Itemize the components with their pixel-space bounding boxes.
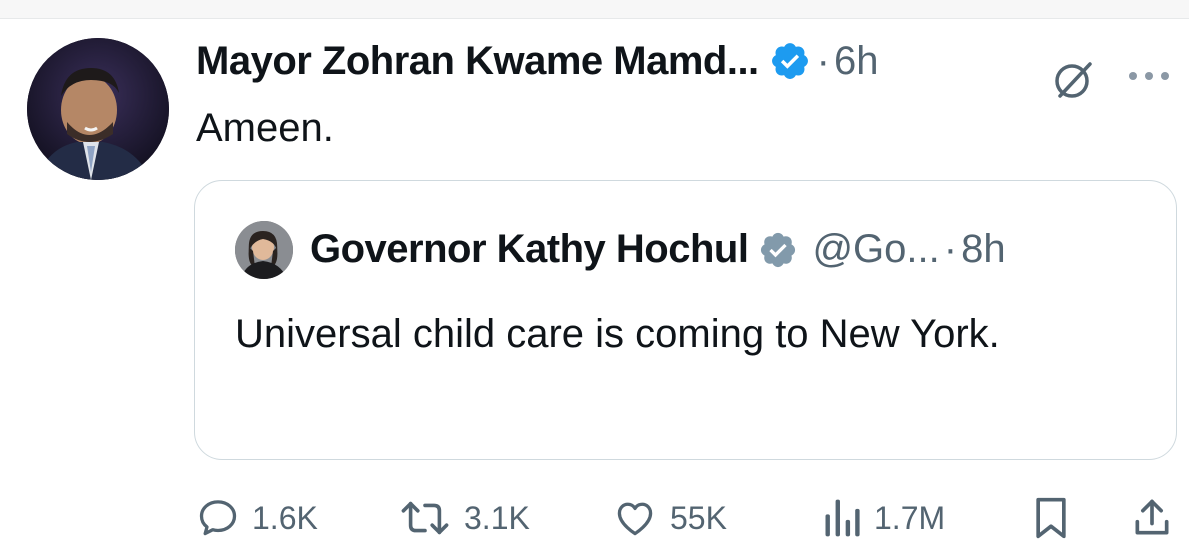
action-bar: 1.6K 3.1K 55K 1.7M: [0, 488, 1189, 548]
like-button[interactable]: 55K: [612, 488, 727, 548]
views-button[interactable]: 1.7M: [822, 488, 945, 548]
quote-timestamp[interactable]: 8h: [961, 227, 1006, 272]
quote-tweet-card[interactable]: Governor Kathy Hochul @Go... · 8h Univer…: [194, 180, 1177, 460]
author-name[interactable]: Mayor Zohran Kwame Mamd...: [196, 39, 759, 84]
heart-icon: [617, 502, 653, 536]
tweet-header: Mayor Zohran Kwame Mamd... · 6h: [196, 38, 879, 84]
repost-icon: [401, 501, 449, 535]
like-count: 55K: [670, 499, 727, 536]
tweet-text: Ameen.: [196, 106, 334, 150]
top-divider: [0, 0, 1189, 19]
tweet-card[interactable]: Mayor Zohran Kwame Mamd... · 6h Ameen. G…: [0, 18, 1189, 558]
bookmark-icon: [1036, 497, 1066, 539]
quote-avatar-photo-icon: [235, 221, 293, 279]
tweet-timestamp[interactable]: 6h: [834, 39, 879, 84]
reply-icon: [199, 500, 237, 536]
views-count: 1.7M: [874, 499, 946, 536]
share-button[interactable]: [1130, 488, 1174, 548]
quote-author-name[interactable]: Governor Kathy Hochul: [310, 227, 749, 272]
bookmark-button[interactable]: [1032, 488, 1070, 548]
reply-button[interactable]: 1.6K: [196, 488, 318, 548]
repost-button[interactable]: 3.1K: [398, 488, 530, 548]
views-icon: [825, 499, 860, 537]
verified-badge-icon: [771, 43, 808, 79]
avatar-photo-icon: [27, 38, 169, 180]
quote-verified-badge-icon: [761, 232, 796, 267]
more-options-icon[interactable]: [1125, 68, 1173, 84]
grok-icon[interactable]: [1052, 58, 1096, 102]
repost-count: 3.1K: [464, 499, 530, 536]
quote-text: Universal child care is coming to New Yo…: [235, 312, 1000, 356]
quote-author-avatar[interactable]: [235, 221, 293, 279]
quote-header-separator: ·: [943, 227, 958, 271]
header-separator: ·: [816, 38, 830, 83]
author-avatar[interactable]: [27, 38, 169, 180]
reply-count: 1.6K: [252, 499, 318, 536]
share-icon: [1135, 499, 1169, 535]
quote-header: Governor Kathy Hochul @Go... · 8h: [310, 227, 1006, 272]
quote-author-handle[interactable]: @Go...: [812, 227, 939, 272]
